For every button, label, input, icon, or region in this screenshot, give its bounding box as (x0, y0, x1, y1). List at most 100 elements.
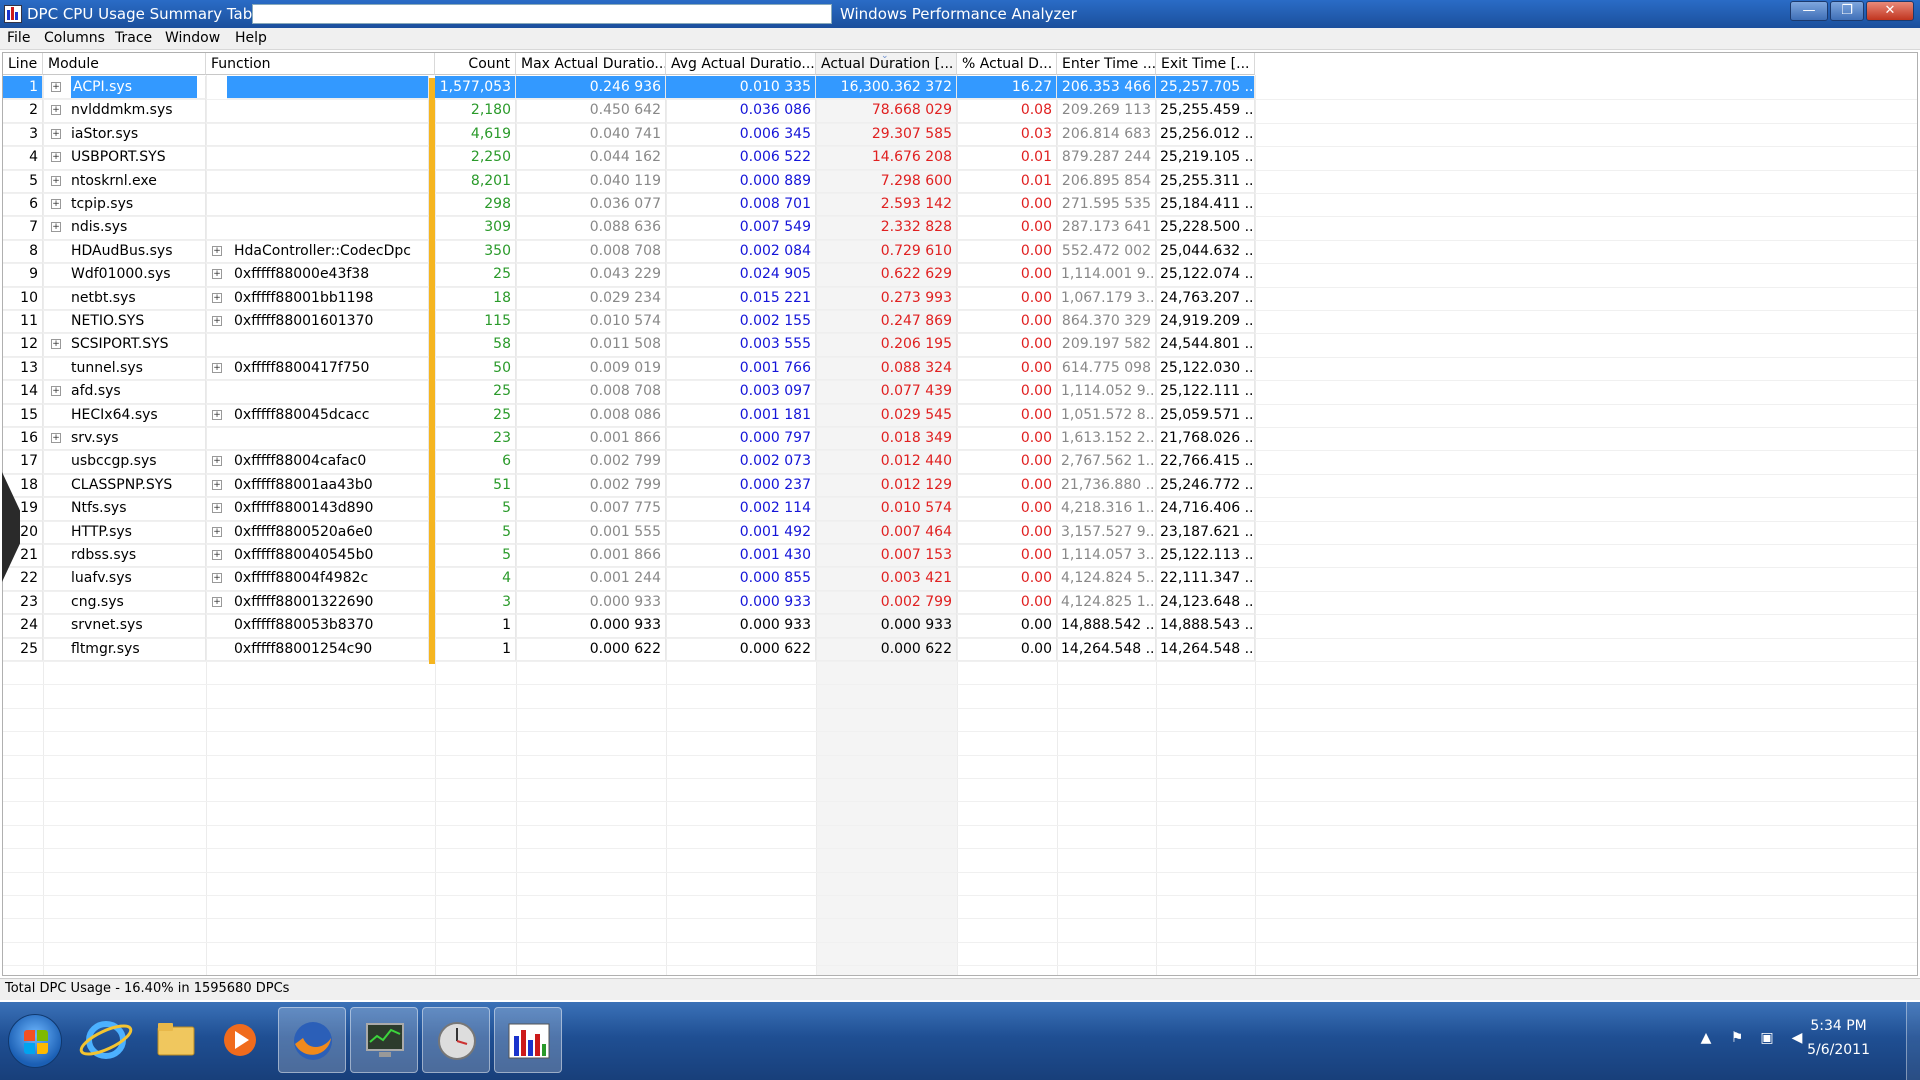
expand-plus-icon[interactable]: + (212, 245, 222, 256)
table-row[interactable]: 12 + SCSIPORT.SYS 58 0.011 508 0.003 555 0.206… (3, 333, 1917, 357)
expand-plus-icon[interactable]: + (212, 292, 222, 303)
actual-duration-value: 0.206 195 (816, 333, 957, 357)
expand-plus-icon[interactable]: + (51, 386, 61, 397)
table-row[interactable]: 24 srvnet.sys 0xfffff880053b8370 1 0.000 933… (3, 614, 1917, 638)
table-row[interactable]: 20 HTTP.sys +0xfffff8800520a6e0 5 0.001 555 0… (3, 520, 1917, 544)
expand-plus-icon[interactable]: + (51, 199, 61, 209)
menu-trace[interactable]: Trace (115, 30, 152, 46)
expand-plus-icon[interactable]: + (212, 316, 222, 326)
table-row[interactable]: 18 CLASSPNP.SYS +0xfffff88001aa43b0 51 0.002… (3, 473, 1917, 498)
header-module[interactable]: Module (43, 53, 206, 75)
header-avg-duration[interactable]: Avg Actual Duratio... (666, 53, 816, 75)
table-row[interactable]: 2 + nvlddmkm.sys 2,180 0.450 642 0.036 086 78.… (3, 99, 1917, 123)
table-row[interactable]: 22 luafv.sys +0xfffff88004f4982c 4 0.001 244… (3, 567, 1917, 591)
table-row[interactable]: 14 + afd.sys 25 0.008 708 0.003 097 0.077 439 0… (3, 380, 1917, 404)
table-row[interactable]: 10 netbt.sys +0xfffff88001bb1198 18 0.029 23… (3, 286, 1917, 310)
header-max-duration[interactable]: Max Actual Duratio... (516, 53, 666, 75)
enter-time-value: 206.353 466 (1057, 76, 1156, 100)
close-button[interactable]: ✕ (1866, 1, 1914, 21)
function-name: +0xfffff88001601370 (206, 310, 429, 334)
folder-icon[interactable] (142, 1007, 210, 1073)
enter-time-value-text: 21,736.880 ... (1061, 476, 1156, 493)
expand-plus-icon[interactable]: + (212, 479, 222, 490)
table-row[interactable]: 6 + tcpip.sys 298 0.036 077 0.008 701 2.593 14… (3, 193, 1917, 217)
header-enter-time[interactable]: Enter Time ... (1057, 53, 1156, 75)
table-row[interactable]: 19 Ntfs.sys +0xfffff8800143d890 5 0.007 775 0… (3, 497, 1917, 521)
clock[interactable]: 5:34 PM 5/6/2011 (1807, 1014, 1870, 1062)
expand-plus-icon[interactable]: + (51, 433, 61, 443)
start-orb-icon[interactable] (8, 1014, 62, 1068)
clock-tool-icon[interactable] (422, 1007, 490, 1073)
media-player-icon[interactable] (206, 1007, 274, 1073)
exit-time-value-text: 25,122.113 ... (1160, 547, 1255, 563)
table-row[interactable]: 25 fltmgr.sys 0xfffff88001254c90 1 0.000 622… (3, 637, 1917, 661)
expand-plus-icon[interactable]: + (212, 550, 222, 560)
count-value: 18 (435, 286, 516, 310)
table-row[interactable]: 21 rdbss.sys +0xfffff880040545b0 5 0.001 866… (3, 544, 1917, 568)
percent-actual-value-text: 16.27 (1011, 79, 1052, 95)
expand-plus-icon[interactable]: + (51, 152, 61, 163)
expand-plus-icon[interactable]: + (212, 573, 222, 584)
table-row[interactable]: 3 + iaStor.sys 4,619 0.040 741 0.006 345 29.30… (3, 122, 1917, 147)
menu-help[interactable]: Help (235, 30, 267, 46)
expand-plus-icon[interactable]: + (51, 175, 61, 186)
maximize-button[interactable]: ❐ (1830, 1, 1864, 21)
table-row[interactable]: 15 HECIx64.sys +0xfffff880045dcacc 25 0.008 … (3, 403, 1917, 427)
menu-columns[interactable]: Columns (44, 30, 105, 46)
expand-plus-icon[interactable]: + (51, 128, 61, 139)
table-row[interactable]: 5 + ntoskrnl.exe 8,201 0.040 119 0.000 889 7.2… (3, 169, 1917, 193)
max-duration-value: 0.088 636 (516, 216, 666, 240)
firefox-icon[interactable] (278, 1007, 346, 1073)
header-exit-time[interactable]: Exit Time [... (1156, 53, 1255, 75)
expand-plus-icon[interactable]: + (212, 596, 222, 607)
table-row[interactable]: 4 + USBPORT.SYS 2,250 0.044 162 0.006 522 14.6… (3, 146, 1917, 170)
monitor-icon[interactable] (350, 1007, 418, 1073)
enter-time-value-text: 4,124.825 1... (1061, 593, 1156, 610)
expand-plus-icon[interactable]: + (212, 456, 222, 467)
avg-duration-value-text: 0.024 905 (739, 266, 811, 283)
header-line[interactable]: Line (3, 53, 43, 75)
header-percent-actual[interactable]: % Actual D... (957, 53, 1057, 75)
percent-actual-value-text: 0.00 (1020, 617, 1052, 634)
percent-actual-value-text: 0.00 (1020, 219, 1052, 236)
table-row[interactable]: 1 + ACPI.sys 1,577,053 0.246 936 0.010 335 16,… (3, 76, 1917, 100)
count-value-text: 50 (493, 359, 511, 376)
expand-plus-icon[interactable]: + (51, 105, 61, 116)
expand-plus-icon[interactable]: + (51, 222, 61, 233)
performance-analyzer-icon[interactable] (494, 1007, 562, 1073)
show-desktop-button[interactable] (1906, 1002, 1920, 1080)
table-row[interactable]: 23 cng.sys +0xfffff88001322690 3 0.000 933 0.… (3, 590, 1917, 615)
show-hidden-icons-icon[interactable]: ▲ (1697, 1030, 1715, 1048)
expand-plus-icon[interactable]: + (212, 526, 222, 537)
header-function[interactable]: Function (206, 53, 435, 75)
table-row[interactable]: 8 HDAudBus.sys + HdaController::CodecDpc 350… (3, 239, 1917, 264)
line-number: 2 (3, 99, 43, 123)
actual-duration-value: 0.729 610 (816, 239, 957, 264)
expand-plus-icon[interactable]: + (212, 362, 222, 373)
max-duration-value: 0.007 775 (516, 497, 666, 521)
table-row[interactable]: 17 usbccgp.sys +0xfffff88004cafac0 6 0.002 7… (3, 450, 1917, 474)
percent-actual-value: 0.00 (957, 403, 1057, 427)
minimize-button[interactable]: — (1790, 1, 1828, 21)
expand-plus-icon[interactable]: + (212, 503, 222, 514)
network-icon[interactable]: ▣ (1758, 1030, 1776, 1048)
avg-duration-value: 0.001 492 (666, 520, 816, 544)
enter-time-value: 1,114.052 9... (1057, 380, 1156, 404)
header-count[interactable]: Count (435, 53, 516, 75)
table-row[interactable]: 9 Wdf01000.sys +0xfffff88000e43f38 25 0.043 … (3, 263, 1917, 287)
expand-plus-icon[interactable]: + (51, 82, 61, 92)
internet-explorer-icon[interactable] (72, 1007, 140, 1073)
percent-actual-value: 0.00 (957, 450, 1057, 474)
menu-window[interactable]: Window (165, 30, 220, 46)
menu-file[interactable]: File (7, 30, 30, 46)
expand-plus-icon[interactable]: + (212, 409, 222, 420)
volume-icon[interactable]: ◀ (1788, 1030, 1806, 1048)
expand-plus-icon[interactable]: + (51, 339, 61, 350)
expand-plus-icon[interactable]: + (212, 269, 222, 280)
action-center-flag-icon[interactable]: ⚑ (1728, 1030, 1746, 1048)
avg-duration-value: 0.002 073 (666, 450, 816, 474)
table-row[interactable]: 11 NETIO.SYS +0xfffff88001601370 115 0.010 5… (3, 310, 1917, 334)
table-row[interactable]: 7 + ndis.sys 309 0.088 636 0.007 549 2.332 828… (3, 216, 1917, 240)
table-row[interactable]: 16 + srv.sys 23 0.001 866 0.000 797 0.018 349 0… (3, 427, 1917, 451)
table-row[interactable]: 13 tunnel.sys +0xfffff8800417f750 50 0.009 0… (3, 356, 1917, 381)
